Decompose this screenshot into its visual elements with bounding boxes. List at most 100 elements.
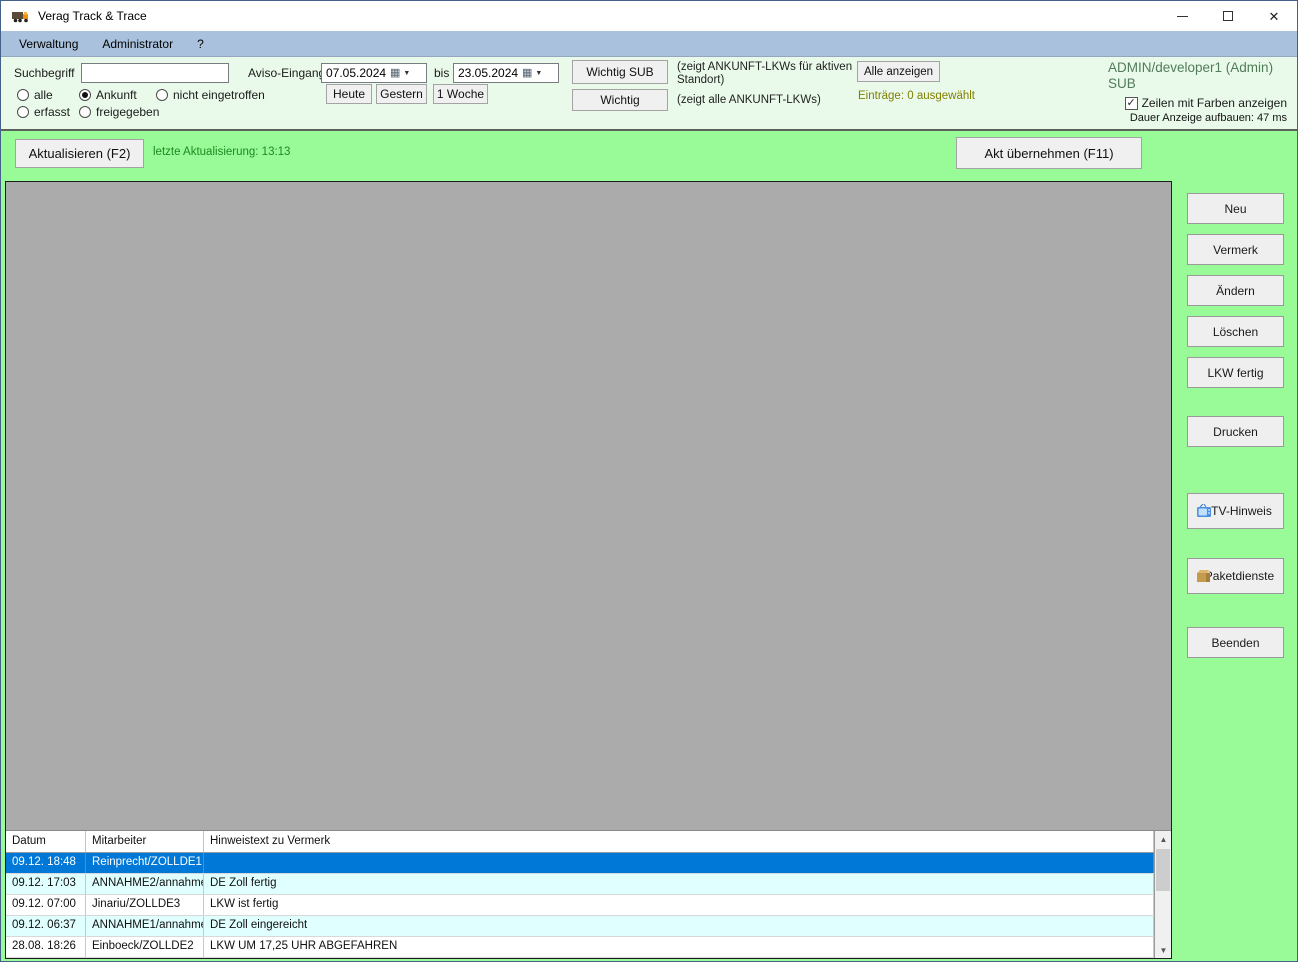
table-row[interactable]: 09.12. 07:00 Jinariu/ZOLLDE3 LKW ist fer… — [6, 895, 1154, 916]
paketdienste-button[interactable]: Paketdienste — [1187, 558, 1284, 594]
vermerk-table: Datum Mitarbeiter Hinweistext zu Vermerk… — [6, 830, 1171, 958]
close-button[interactable]: ✕ — [1251, 1, 1297, 31]
app-window: Verag Track & Trace ✕ Verwaltung Adminis… — [0, 0, 1298, 962]
heute-button[interactable]: Heute — [326, 84, 372, 104]
radio-alle[interactable]: alle — [17, 88, 53, 102]
window-controls: ✕ — [1159, 1, 1297, 31]
date-from-picker[interactable]: ▦ ▼ — [321, 63, 427, 83]
tv-hinweis-label: TV-Hinweis — [1211, 504, 1272, 518]
table-row[interactable]: 09.12. 18:48 Reinprecht/ZOLLDE1 — [6, 853, 1154, 874]
calendar-icon: ▦ — [522, 66, 533, 79]
date-to-picker[interactable]: ▦ ▼ — [453, 63, 559, 83]
radio-icon — [17, 106, 29, 118]
rows-color-checkbox[interactable]: ✓ Zeilen mit Farben anzeigen — [1124, 96, 1287, 110]
calendar-icon: ▦ — [390, 66, 401, 79]
neu-button[interactable]: Neu — [1187, 193, 1284, 224]
cell-hinweistext: LKW ist fertig — [204, 895, 1154, 915]
wichtig-sub-hint: (zeigt ANKUNFT-LKWs für aktiven Standort… — [677, 61, 853, 86]
minimize-button[interactable] — [1159, 1, 1205, 31]
drucken-button[interactable]: Drucken — [1187, 416, 1284, 447]
radio-icon — [17, 89, 29, 101]
aviso-label: Aviso-Eingang — [248, 66, 326, 80]
cell-hinweistext: DE Zoll fertig — [204, 874, 1154, 894]
titlebar: Verag Track & Trace ✕ — [1, 1, 1297, 31]
table-row[interactable]: 28.08. 18:26 Einboeck/ZOLLDE2 LKW UM 17,… — [6, 937, 1154, 958]
package-icon — [1196, 569, 1211, 583]
search-label: Suchbegriff — [14, 66, 75, 80]
empty-grid-area — [6, 182, 1171, 830]
close-icon: ✕ — [1268, 8, 1280, 24]
maximize-button[interactable] — [1205, 1, 1251, 31]
column-header-mitarbeiter[interactable]: Mitarbeiter — [86, 831, 204, 852]
user-line1: ADMIN/developer1 (Admin) — [1108, 60, 1274, 75]
radio-ankunft[interactable]: Ankunft — [79, 88, 137, 102]
radio-ankunft-label: Ankunft — [96, 88, 137, 102]
wichtig-button[interactable]: Wichtig — [572, 89, 668, 111]
radio-checked-icon — [79, 89, 91, 101]
entries-status: Einträge: 0 ausgewählt — [858, 90, 975, 102]
woche-button[interactable]: 1 Woche — [433, 84, 488, 104]
column-header-hinweistext[interactable]: Hinweistext zu Vermerk — [204, 831, 1154, 852]
scroll-down-icon[interactable]: ▼ — [1155, 942, 1172, 958]
user-line2: SUB — [1108, 76, 1136, 91]
maximize-icon — [1223, 11, 1233, 21]
duration-status: Dauer Anzeige aufbauen: 47 ms — [1129, 112, 1287, 124]
tv-icon — [1196, 504, 1212, 518]
refresh-button[interactable]: Aktualisieren (F2) — [15, 139, 144, 168]
cell-mitarbeiter: ANNAHME1/annahme1 — [86, 916, 204, 936]
rows-color-checkbox-label: Zeilen mit Farben anzeigen — [1141, 96, 1287, 110]
radio-freigegeben-label: freigegeben — [96, 105, 160, 119]
aendern-button[interactable]: Ändern — [1187, 275, 1284, 306]
chevron-down-icon: ▼ — [535, 69, 543, 77]
minimize-icon — [1176, 15, 1188, 17]
cell-mitarbeiter: ANNAHME2/annahme2 — [86, 874, 204, 894]
date-to-input[interactable] — [454, 66, 520, 80]
beenden-button[interactable]: Beenden — [1187, 627, 1284, 658]
action-toolbar: Aktualisieren (F2) letzte Aktualisierung… — [1, 133, 1297, 179]
truck-app-icon — [12, 9, 30, 23]
cell-datum: 28.08. 18:26 — [6, 937, 86, 957]
tv-hinweis-button[interactable]: TV-Hinweis — [1187, 493, 1284, 529]
gestern-button[interactable]: Gestern — [376, 84, 427, 104]
akt-uebernehmen-button[interactable]: Akt übernehmen (F11) — [956, 137, 1142, 169]
table-header: Datum Mitarbeiter Hinweistext zu Vermerk — [6, 831, 1154, 853]
menu-help[interactable]: ? — [185, 33, 216, 55]
vermerk-button[interactable]: Vermerk — [1187, 234, 1284, 265]
cell-hinweistext: DE Zoll eingereicht — [204, 916, 1154, 936]
radio-icon — [79, 106, 91, 118]
table-row[interactable]: 09.12. 06:37 ANNAHME1/annahme1 DE Zoll e… — [6, 916, 1154, 937]
table-row[interactable]: 09.12. 17:03 ANNAHME2/annahme2 DE Zoll f… — [6, 874, 1154, 895]
date-from-input[interactable] — [322, 66, 388, 80]
menu-verwaltung[interactable]: Verwaltung — [7, 33, 90, 55]
alle-anzeigen-button[interactable]: Alle anzeigen — [857, 61, 940, 82]
cell-mitarbeiter: Einboeck/ZOLLDE2 — [86, 937, 204, 957]
menubar: Verwaltung Administrator ? — [1, 31, 1297, 57]
table-scrollbar[interactable]: ▲ ▼ — [1154, 831, 1171, 958]
wichtig-sub-button[interactable]: Wichtig SUB — [572, 60, 668, 84]
radio-erfasst[interactable]: erfasst — [17, 105, 70, 119]
radio-icon — [156, 89, 168, 101]
menu-administrator[interactable]: Administrator — [90, 33, 185, 55]
cell-datum: 09.12. 17:03 — [6, 874, 86, 894]
bis-label: bis — [434, 66, 450, 80]
cell-datum: 09.12. 06:37 — [6, 916, 86, 936]
cell-datum: 09.12. 18:48 — [6, 853, 86, 873]
checkbox-checked-icon: ✓ — [1124, 96, 1138, 110]
last-refresh-status: letzte Aktualisierung: 13:13 — [153, 146, 291, 158]
scroll-up-icon[interactable]: ▲ — [1155, 831, 1172, 847]
chevron-down-icon: ▼ — [403, 69, 411, 77]
column-header-datum[interactable]: Datum — [6, 831, 86, 852]
cell-datum: 09.12. 07:00 — [6, 895, 86, 915]
radio-erfasst-label: erfasst — [34, 105, 71, 119]
radio-nicht-eingetroffen[interactable]: nicht eingetroffen — [156, 88, 265, 102]
loeschen-button[interactable]: Löschen — [1187, 316, 1284, 347]
radio-freigegeben[interactable]: freigegeben — [79, 105, 159, 119]
scrollbar-thumb[interactable] — [1156, 849, 1170, 891]
cell-hinweistext: LKW UM 17,25 UHR ABGEFAHREN — [204, 937, 1154, 957]
main-region: Datum Mitarbeiter Hinweistext zu Vermerk… — [5, 181, 1172, 959]
lkw-fertig-button[interactable]: LKW fertig — [1187, 357, 1284, 388]
cell-hinweistext — [204, 853, 1154, 873]
window-title: Verag Track & Trace — [38, 9, 147, 23]
search-input[interactable] — [81, 63, 229, 83]
cell-mitarbeiter: Reinprecht/ZOLLDE1 — [86, 853, 204, 873]
